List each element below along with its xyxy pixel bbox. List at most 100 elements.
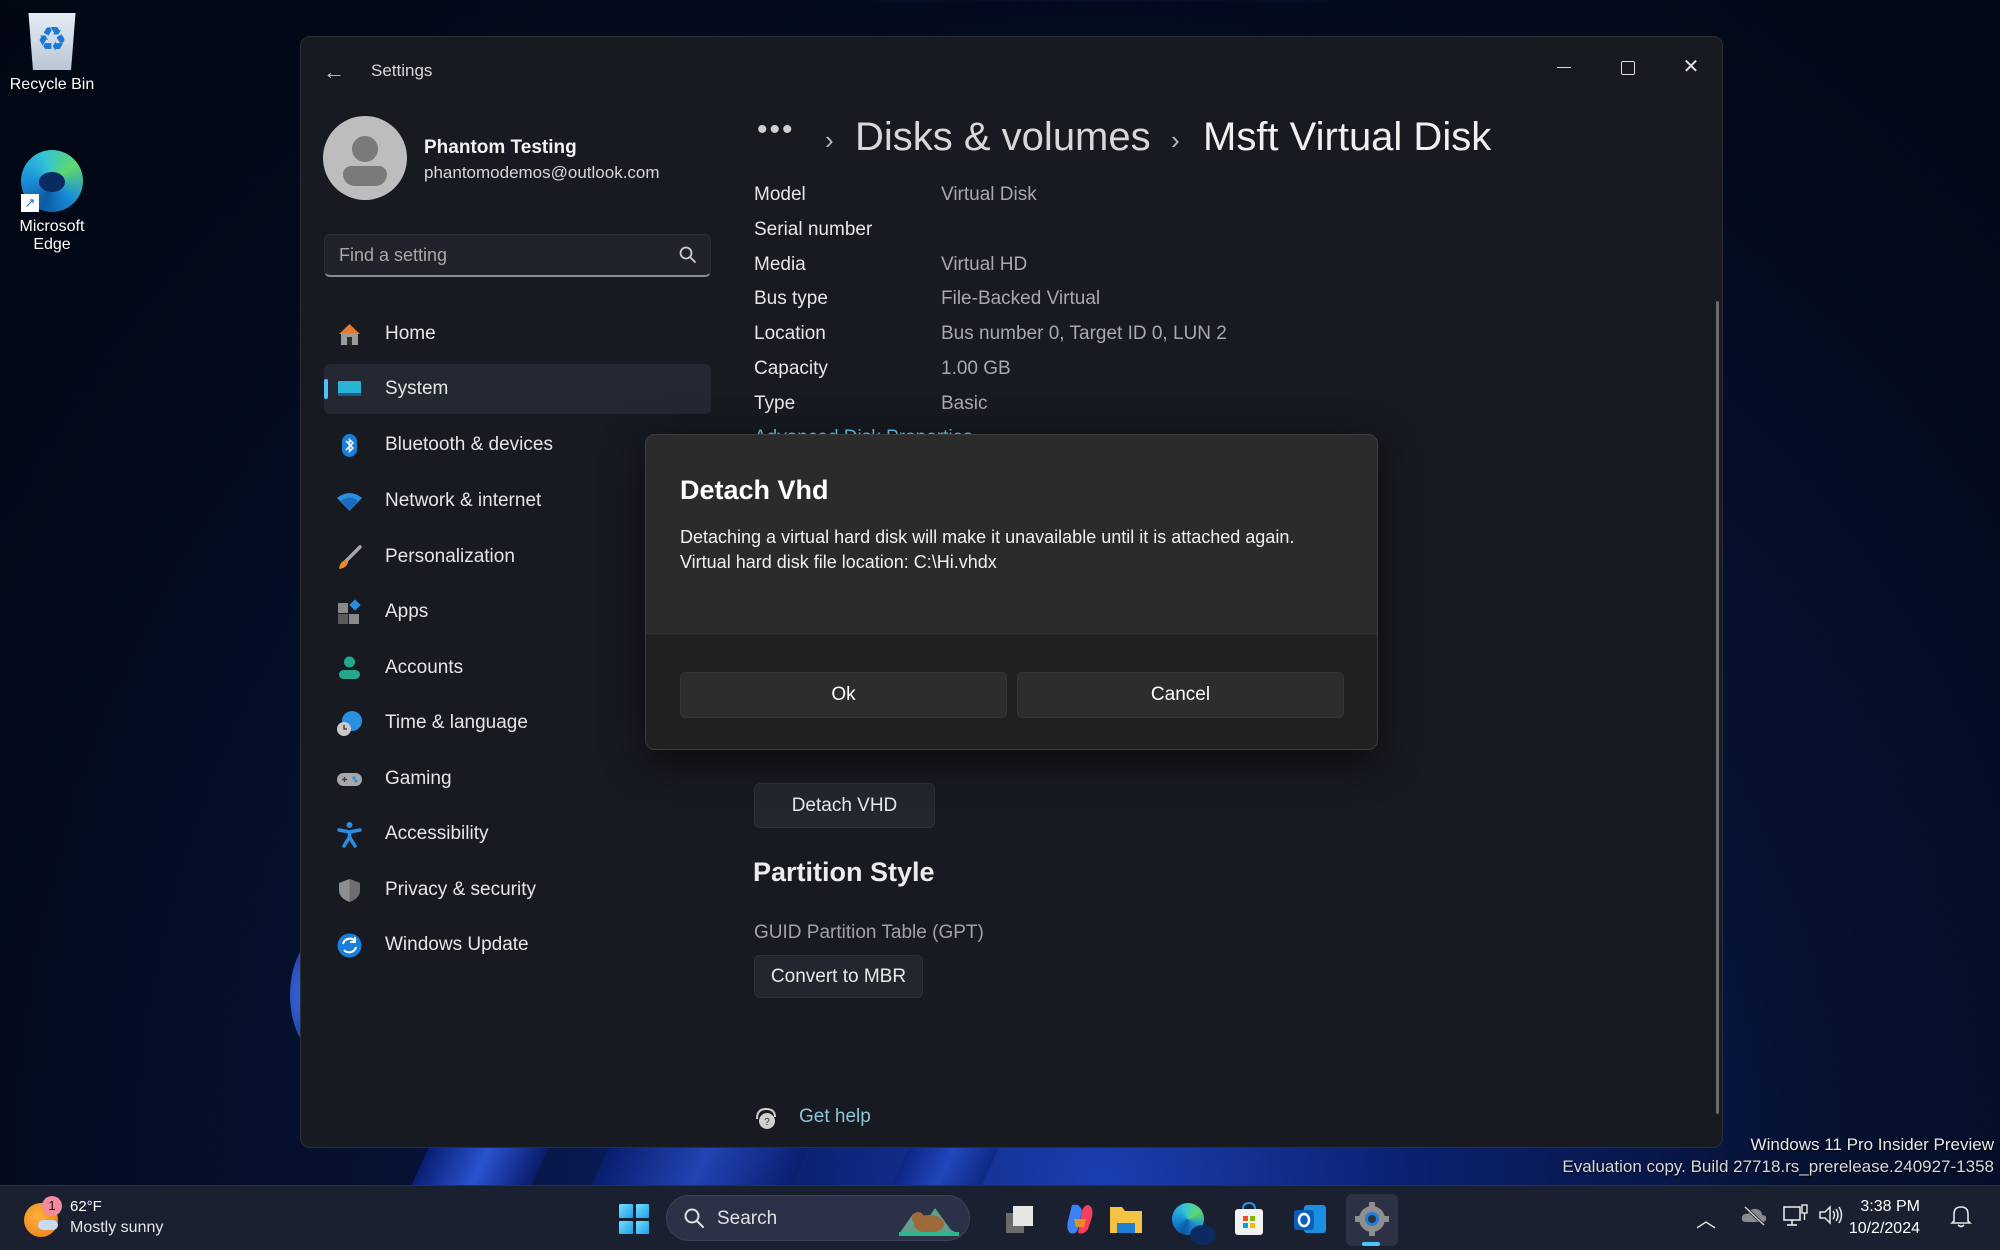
taskbar-search[interactable]: Search [666, 1195, 970, 1241]
desktop-icon-edge[interactable]: ↗ Microsoft Edge [2, 150, 102, 254]
breadcrumb-disks-volumes[interactable]: Disks & volumes [855, 115, 1151, 160]
search-highlight-bear-icon [899, 1208, 959, 1236]
property-label: Media [754, 254, 806, 275]
detach-vhd-button[interactable]: Detach VHD [754, 783, 935, 828]
window-title: Settings [371, 61, 433, 80]
outlook-button[interactable] [1290, 1199, 1330, 1239]
sidebar-item-label: Accounts [385, 657, 464, 678]
sidebar-item-label: Accessibility [385, 823, 489, 844]
property-label: Capacity [754, 358, 828, 379]
clock-time: 3:38 PM [1860, 1198, 1920, 1215]
clock[interactable]: 3:38 PM 10/2/2024 [1849, 1196, 1920, 1240]
property-label: Model [754, 184, 806, 205]
task-view-icon [1006, 1206, 1033, 1233]
close-button[interactable]: ✕ [1661, 49, 1721, 85]
property-value: Virtual Disk [941, 184, 1037, 205]
search-icon[interactable] [678, 245, 698, 265]
desktop-icon-label: Recycle Bin [9, 76, 95, 93]
minimize-button[interactable] [1534, 49, 1594, 85]
property-label: Location [754, 323, 826, 344]
sidebar-item-privacy[interactable]: Privacy & security [324, 865, 711, 915]
page-title: Msft Virtual Disk [1203, 115, 1492, 159]
onedrive-offline-icon [1741, 1205, 1767, 1227]
store-button[interactable] [1229, 1199, 1269, 1239]
sidebar-item-home[interactable]: Home [324, 309, 711, 359]
settings-taskbar-button[interactable] [1346, 1194, 1398, 1246]
file-explorer-icon [1110, 1207, 1142, 1233]
property-value: Virtual HD [941, 254, 1028, 275]
dialog-file-location: Virtual hard disk file location: C:\Hi.v… [680, 552, 997, 572]
get-help-icon: ? [756, 1107, 776, 1129]
active-app-indicator [1362, 1242, 1380, 1246]
update-icon [337, 933, 362, 958]
sidebar-item-label: Network & internet [385, 490, 542, 511]
desktop-icon-label: Edge [33, 236, 71, 253]
shield-icon [339, 879, 360, 902]
cancel-button[interactable]: Cancel [1017, 672, 1344, 718]
sidebar-item-label: Time & language [385, 712, 528, 733]
task-view-button[interactable] [1000, 1199, 1040, 1239]
accessibility-icon [337, 822, 362, 848]
back-button[interactable]: ← [319, 57, 349, 87]
chevron-up-icon: ︿ [1696, 1210, 1716, 1232]
desktop-icon-label: Microsoft [19, 218, 85, 235]
property-value: Bus number 0, Target ID 0, LUN 2 [941, 323, 1227, 344]
maximize-icon [1621, 60, 1635, 75]
profile-email: phantomodemos@outlook.com [424, 163, 660, 182]
weather-description: Mostly sunny [70, 1219, 164, 1236]
clock-date: 10/2/2024 [1848, 1220, 1920, 1237]
avatar[interactable] [323, 116, 407, 200]
minimize-icon [1557, 66, 1571, 69]
edge-icon [1172, 1203, 1216, 1245]
accounts-icon [339, 656, 360, 679]
time-language-icon [337, 711, 362, 736]
wallpaper-band [411, 1148, 549, 1186]
maximize-button[interactable] [1598, 49, 1658, 85]
property-label: Serial number [754, 219, 873, 240]
sidebar-item-label: Bluetooth & devices [385, 434, 553, 455]
show-hidden-icons-button[interactable]: ︿ [1696, 1204, 1716, 1233]
start-button[interactable] [614, 1199, 654, 1239]
title-bar[interactable]: ← Settings ✕ [301, 37, 1722, 103]
search-input[interactable] [325, 235, 710, 275]
desktop-icon-recycle-bin[interactable]: Recycle Bin [2, 10, 102, 94]
selection-indicator [324, 379, 328, 399]
chevron-right-icon: › [1171, 125, 1180, 155]
file-explorer-button[interactable] [1106, 1199, 1146, 1239]
recycle-bin-icon [28, 13, 76, 70]
scrollbar[interactable] [1716, 301, 1719, 1114]
breadcrumb-overflow-button[interactable]: ••• [757, 113, 795, 147]
get-help-link[interactable]: Get help [799, 1106, 871, 1128]
weather-cloud-icon [38, 1220, 58, 1230]
volume-button[interactable] [1818, 1204, 1844, 1232]
gamepad-icon [337, 773, 362, 786]
copilot-button[interactable] [1060, 1199, 1100, 1239]
property-label: Bus type [754, 288, 828, 309]
property-label: Type [754, 393, 796, 414]
taskbar-search-label: Search [717, 1208, 778, 1229]
network-button[interactable] [1783, 1204, 1809, 1234]
convert-to-mbr-button[interactable]: Convert to MBR [754, 955, 923, 998]
sidebar-item-label: Personalization [385, 546, 515, 567]
sidebar-item-label: Privacy & security [385, 879, 536, 900]
settings-icon [1355, 1202, 1389, 1236]
partition-style-heading: Partition Style [753, 857, 935, 887]
system-icon [338, 381, 361, 396]
ok-button[interactable]: Ok [680, 672, 1007, 718]
notifications-button[interactable] [1950, 1204, 1972, 1234]
apps-icon [338, 599, 361, 624]
dialog-title: Detach Vhd [680, 475, 829, 505]
onedrive-button[interactable] [1740, 1204, 1768, 1232]
sidebar-item-system[interactable]: System [324, 364, 711, 414]
bluetooth-icon [342, 434, 357, 457]
notification-badge: 1 [42, 1196, 62, 1216]
home-icon [339, 324, 360, 345]
property-value: File-Backed Virtual [941, 288, 1101, 309]
edge-button[interactable] [1168, 1199, 1216, 1245]
copilot-icon [1067, 1204, 1093, 1234]
sidebar-item-gaming[interactable]: Gaming [324, 754, 711, 804]
sidebar-item-accessibility[interactable]: Accessibility [324, 809, 711, 859]
paintbrush-icon [339, 545, 362, 569]
volume-icon [1819, 1205, 1843, 1225]
sidebar-item-windows-update[interactable]: Windows Update [324, 920, 711, 970]
